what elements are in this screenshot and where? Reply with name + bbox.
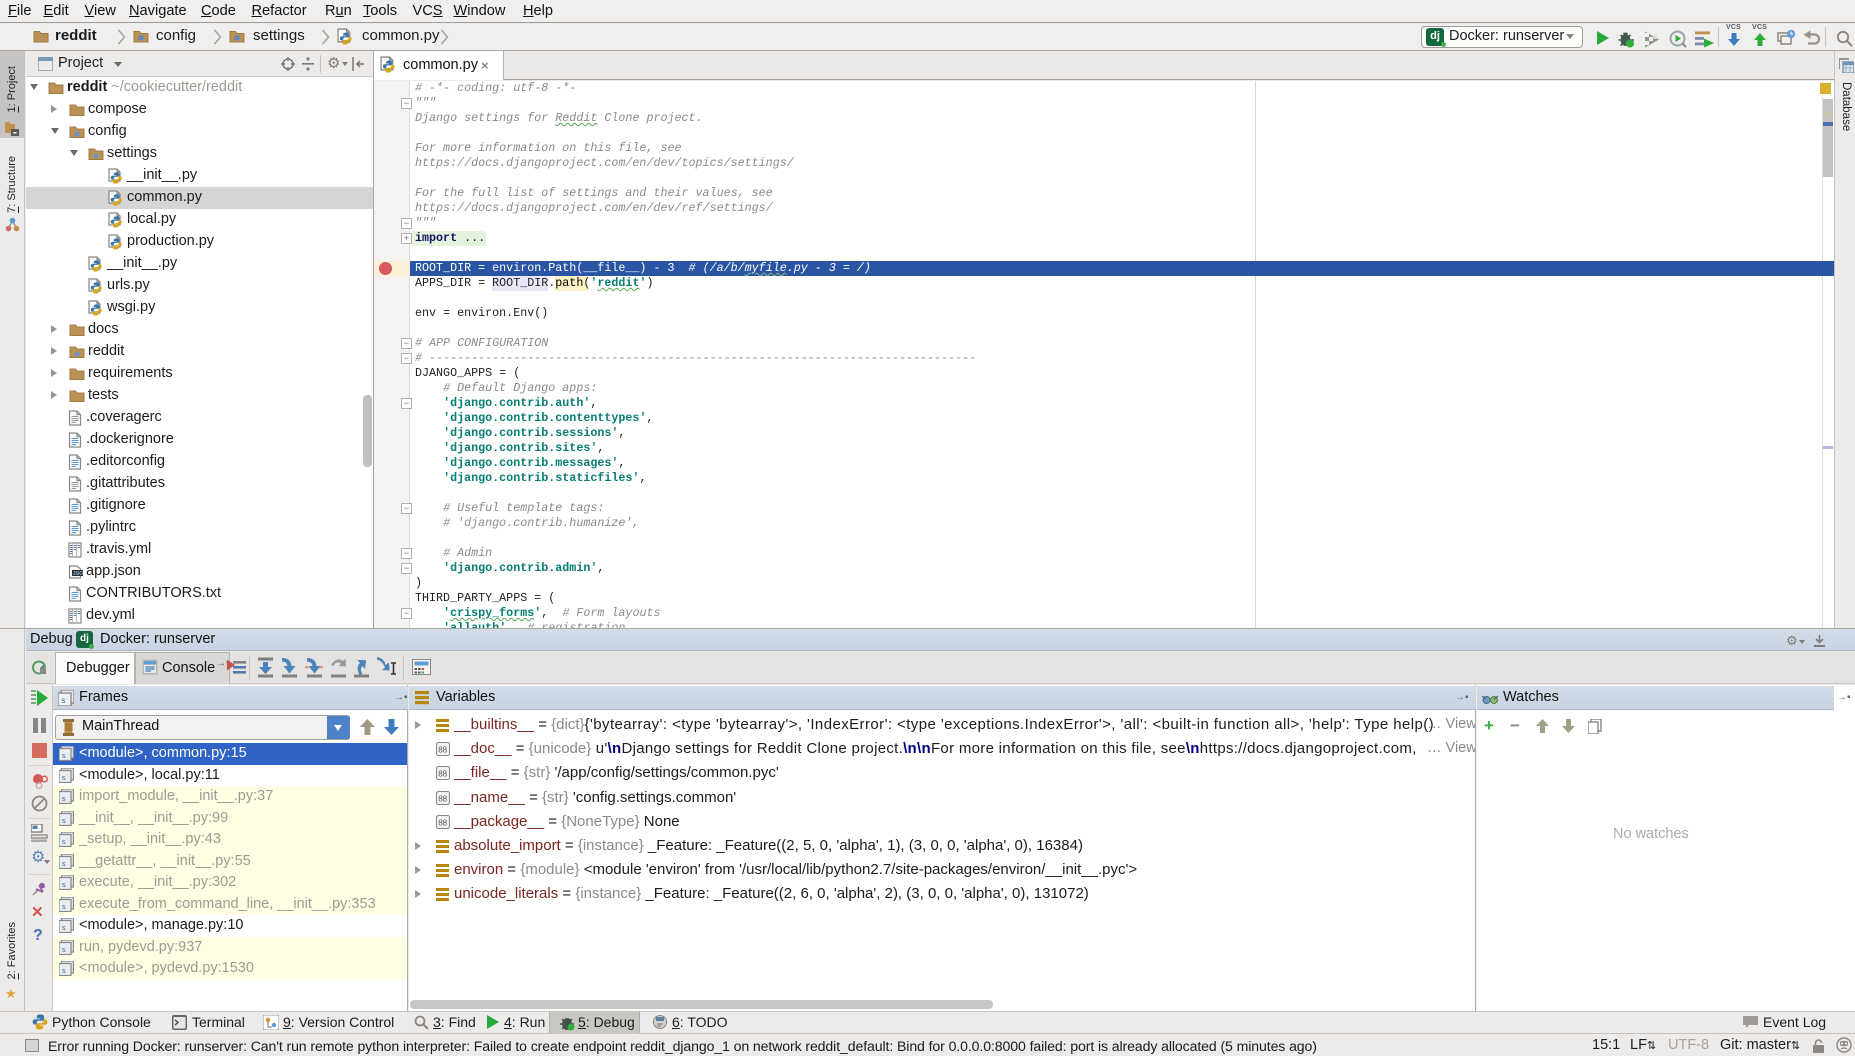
svg-text:s: s [62, 861, 67, 869]
svg-text:s: s [62, 968, 67, 976]
svg-text:s: s [62, 882, 67, 890]
svg-text:s: s [62, 775, 67, 783]
svg-text:s: s [62, 925, 67, 933]
svg-text:88: 88 [438, 794, 447, 803]
svg-text:s: s [62, 947, 67, 955]
svg-text:s: s [62, 796, 67, 804]
svg-text:s: s [62, 753, 67, 761]
svg-text:JSON: JSON [73, 571, 83, 577]
svg-text:s: s [62, 818, 67, 826]
svg-text:88: 88 [438, 818, 447, 827]
svg-text:s: s [62, 904, 67, 912]
svg-text:88: 88 [438, 770, 447, 779]
svg-text:88: 88 [438, 746, 447, 755]
svg-text:s: s [62, 839, 67, 847]
svg-text:s: s [61, 697, 66, 706]
